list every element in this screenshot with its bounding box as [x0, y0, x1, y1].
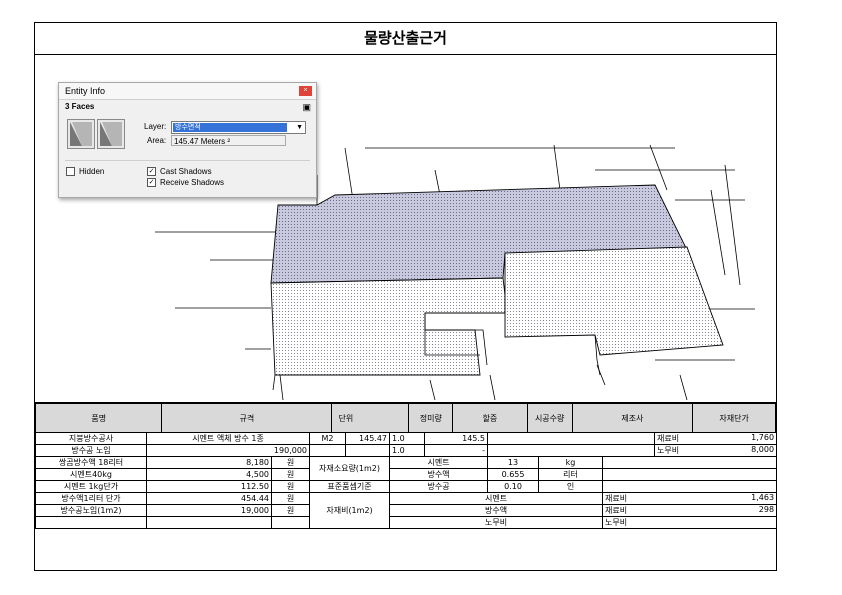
table-row: 지붕방수공사 시멘트 액체 방수 1종 M2 145.47 1.0 145.5 …	[35, 432, 778, 445]
area-field: 145.47 Meters ²	[171, 135, 286, 146]
hidden-checkbox[interactable]	[66, 167, 75, 176]
table-row: 쌍곰방수액 18리터 8,180 원 자재소요량(1m2) 시멘트 13 kg	[35, 456, 778, 481]
quantity-table: 품명 규격 단위 정미량 할증 시공수량 제조사 자재단가	[34, 403, 776, 433]
header-net-qty: 정미량	[408, 403, 454, 433]
hidden-label: Hidden	[79, 167, 105, 176]
header-unit: 단위	[331, 403, 410, 433]
header-surcharge: 할증	[452, 403, 528, 433]
area-label: Area:	[147, 136, 167, 145]
table-header-row: 품명 규격 단위 정미량 할증 시공수량 제조사 자재단가	[34, 403, 776, 433]
roof-lower-face	[270, 277, 506, 376]
header-spec: 규격	[161, 403, 333, 433]
entity-info-dialog: Entity Info × 3 Faces ▣ Layer: 방수면적 ▼ Ar…	[58, 82, 317, 198]
document-sheet: 물량산출근거 Entity Info × 3 Faces ▣ Layer: 방수…	[34, 22, 778, 571]
table-row: 방수공 노임 190,000 1.0 - 노무비 8,000	[35, 444, 778, 457]
pin-icon[interactable]: ▣	[302, 102, 311, 113]
selection-label: 3 Faces	[65, 102, 95, 111]
chevron-down-icon[interactable]: ▼	[296, 122, 303, 133]
face-front-thumbnail	[67, 119, 95, 149]
table-row: 시멘트40kg 4,500 원 방수액 0.655 리터	[35, 468, 778, 481]
close-button[interactable]: ×	[299, 86, 312, 96]
table-row: 방수공노임(1m2) 19,000 원 방수액 재료비 298	[35, 504, 778, 517]
quantity-table-body: 지붕방수공사 시멘트 액체 방수 1종 M2 145.47 1.0 145.5 …	[35, 432, 778, 529]
dialog-divider	[65, 160, 310, 161]
header-unit-price: 자재단가	[692, 403, 776, 433]
table-row: 시멘트 1kg단가 112.50 원 표준품셈기준 방수공 0.10 인	[35, 480, 778, 493]
table-row: 노무비 노무비	[35, 516, 778, 529]
cast-shadows-checkbox[interactable]: ✓	[147, 167, 156, 176]
entity-info-title: Entity Info	[59, 83, 316, 100]
layer-select[interactable]: 방수면적 ▼	[171, 121, 306, 134]
face-back-thumbnail	[97, 119, 125, 149]
header-work-qty: 시공수량	[526, 403, 573, 433]
receive-shadows-checkbox[interactable]: ✓	[147, 178, 156, 187]
layer-selected-value: 방수면적	[173, 123, 287, 132]
cast-shadows-label: Cast Shadows	[160, 167, 212, 176]
drawing-area: Entity Info × 3 Faces ▣ Layer: 방수면적 ▼ Ar…	[35, 55, 776, 403]
roof-right-block	[504, 246, 724, 356]
receive-shadows-label: Receive Shadows	[160, 178, 225, 187]
document-title: 물량산출근거	[35, 23, 776, 55]
header-item: 품명	[34, 403, 163, 433]
table-row: 방수액1리터 단가 454.44 원 자재비(1m2) 시멘트 재료비 1,463	[35, 492, 778, 529]
layer-label: Layer:	[144, 122, 167, 131]
header-maker: 제조사	[571, 403, 694, 433]
